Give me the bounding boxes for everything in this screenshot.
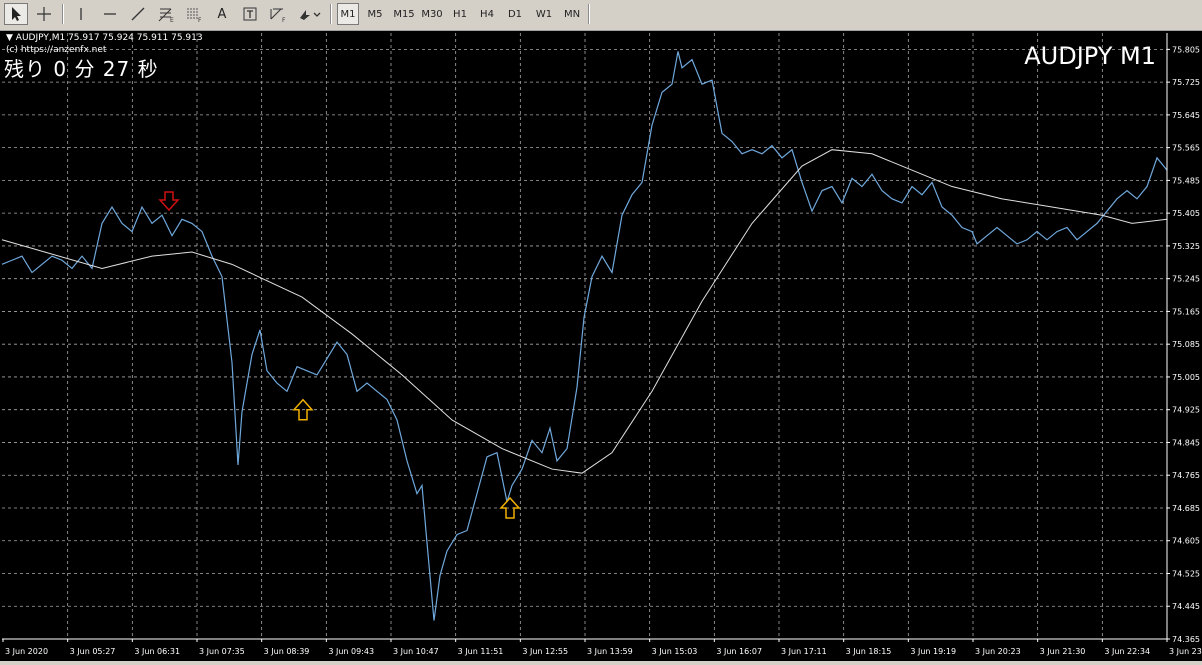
symbol-timeframe-label: AUDJPY M1 — [1024, 42, 1156, 70]
price-tick-label: 75.005 — [1172, 373, 1200, 382]
trendline-icon[interactable] — [126, 3, 150, 25]
time-tick-label: 3 Jun 19:19 — [910, 647, 956, 656]
svg-text:E: E — [170, 17, 174, 23]
chart-toolbar: E F A F M1 M5 M15 M30 H1 H4 D1 W1 MN — [0, 0, 1202, 31]
text-icon[interactable]: A — [210, 3, 234, 25]
time-tick-label: 3 Jun 22:34 — [1104, 647, 1150, 656]
vertical-line-icon[interactable] — [70, 3, 92, 25]
price-chart[interactable]: 75.805 75.725 75.645 75.565 75.485 75.405 75.3… — [0, 31, 1202, 661]
time-tick-label: 3 Jun 23:38 — [1169, 647, 1202, 656]
time-tick-label: 3 Jun 09:43 — [328, 647, 374, 656]
price-tick-label: 74.925 — [1172, 406, 1200, 415]
price-tick-label: 75.085 — [1172, 340, 1200, 349]
collapse-triangle-icon[interactable]: ▼ — [6, 33, 13, 43]
price-tick-label: 74.525 — [1172, 569, 1200, 578]
timeframe-m30[interactable]: M30 — [419, 3, 445, 25]
price-tick-label: 74.765 — [1172, 471, 1200, 480]
fibonacci-icon[interactable]: E — [154, 3, 178, 25]
horizontal-line-icon[interactable] — [98, 3, 122, 25]
bar-countdown: 残り 0 分 27 秒 — [4, 57, 159, 81]
price-tick-label: 75.565 — [1172, 144, 1200, 153]
price-tick-label: 74.685 — [1172, 504, 1200, 513]
price-tick-label: 75.645 — [1172, 111, 1200, 120]
price-tick-label: 75.245 — [1172, 275, 1200, 284]
text-label-icon[interactable] — [238, 3, 262, 25]
price-tick-label: 75.325 — [1172, 242, 1200, 251]
time-tick-label: 3 Jun 06:31 — [134, 647, 180, 656]
timeframe-m15[interactable]: M15 — [391, 3, 417, 25]
price-tick-label: 75.485 — [1172, 176, 1200, 185]
cursor-icon[interactable] — [4, 3, 28, 25]
arrows-icon[interactable] — [296, 3, 324, 25]
timeframe-mn[interactable]: MN — [559, 3, 585, 25]
timeframe-h1[interactable]: H1 — [448, 3, 472, 25]
timeframe-m5[interactable]: M5 — [363, 3, 387, 25]
time-tick-label: 3 Jun 2020 — [5, 647, 48, 656]
time-tick-label: 3 Jun 11:51 — [458, 647, 504, 656]
crosshair-icon[interactable] — [32, 3, 56, 25]
time-tick-label: 3 Jun 10:47 — [393, 647, 439, 656]
fibonacci-fan-icon[interactable]: F — [182, 3, 206, 25]
time-tick-label: 3 Jun 20:23 — [975, 647, 1021, 656]
buy-arrow-icon[interactable] — [499, 496, 521, 519]
price-tick-label: 74.365 — [1172, 635, 1200, 644]
time-tick-label: 3 Jun 16:07 — [716, 647, 762, 656]
price-tick-label: 74.445 — [1172, 602, 1200, 611]
chart-window[interactable]: 75.805 75.725 75.645 75.565 75.485 75.405 75.3… — [0, 31, 1202, 661]
price-tick-label: 74.605 — [1172, 537, 1200, 546]
price-line — [1, 51, 1168, 621]
time-tick-label: 3 Jun 08:39 — [264, 647, 310, 656]
sell-arrow-icon[interactable] — [158, 191, 180, 212]
time-tick-label: 3 Jun 13:59 — [587, 647, 633, 656]
symbol-header-info: ▼ AUDJPY,M1 75.917 75.924 75.911 75.913 — [6, 33, 203, 43]
time-tick-label: 3 Jun 12:55 — [522, 647, 568, 656]
time-tick-label: 3 Jun 18:15 — [846, 647, 892, 656]
svg-text:F: F — [198, 17, 202, 23]
price-tick-label: 75.805 — [1172, 45, 1200, 54]
timeframe-w1[interactable]: W1 — [532, 3, 556, 25]
fibonacci-time-icon[interactable]: F — [266, 3, 290, 25]
timeframe-h4[interactable]: H4 — [475, 3, 499, 25]
timeframe-d1[interactable]: D1 — [503, 3, 527, 25]
price-tick-label: 74.845 — [1172, 438, 1200, 447]
ohlc-info: AUDJPY,M1 75.917 75.924 75.911 75.913 — [15, 33, 203, 43]
price-tick-label: 75.165 — [1172, 307, 1200, 316]
price-tick-label: 75.405 — [1172, 209, 1200, 218]
time-tick-label: 3 Jun 17:11 — [781, 647, 827, 656]
time-tick-label: 3 Jun 05:27 — [70, 647, 116, 656]
time-tick-label: 3 Jun 15:03 — [652, 647, 698, 656]
time-tick-label: 3 Jun 21:30 — [1040, 647, 1086, 656]
price-tick-label: 75.725 — [1172, 78, 1200, 87]
timeframe-m1[interactable]: M1 — [337, 3, 359, 25]
svg-text:F: F — [282, 17, 286, 23]
time-tick-label: 3 Jun 07:35 — [199, 647, 245, 656]
